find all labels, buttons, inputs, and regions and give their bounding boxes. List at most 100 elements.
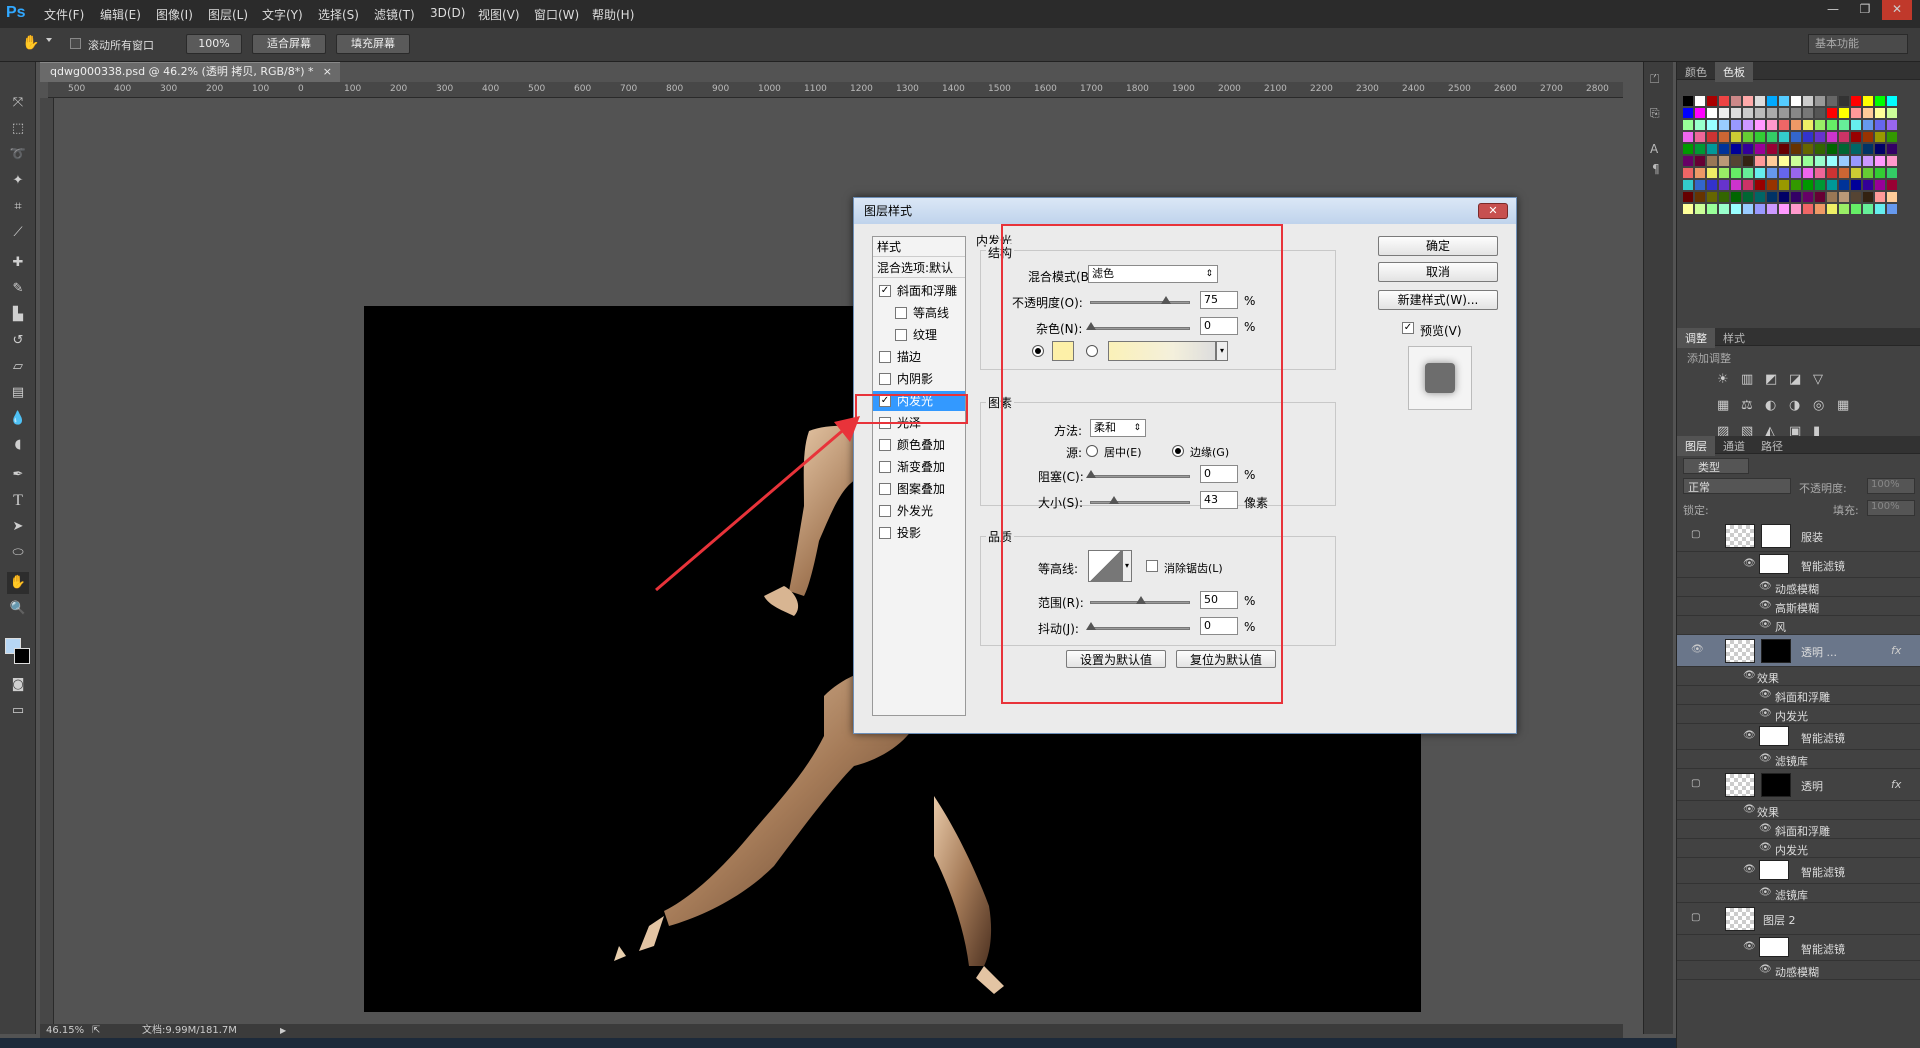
color-swatch[interactable] [1695, 144, 1705, 154]
pen-tool-icon[interactable]: ✒ [7, 464, 29, 486]
color-swatch[interactable] [1743, 180, 1753, 190]
eyedropper-tool-icon[interactable]: ⟋ [7, 222, 29, 244]
color-swatch[interactable] [1887, 120, 1897, 130]
color-swatch[interactable] [1707, 168, 1717, 178]
effect-visibility-icon[interactable]: 👁 [1759, 964, 1772, 975]
color-swatch[interactable] [1803, 180, 1813, 190]
layer-visibility-icon[interactable]: ▢ [1691, 912, 1700, 923]
color-swatch[interactable] [1683, 96, 1693, 106]
color-swatch[interactable] [1803, 132, 1813, 142]
color-swatch[interactable] [1791, 204, 1801, 214]
color-swatch[interactable] [1767, 192, 1777, 202]
color-swatch[interactable] [1839, 108, 1849, 118]
color-swatch[interactable] [1683, 108, 1693, 118]
style-item[interactable]: 投影 [873, 523, 965, 543]
ok-button[interactable]: 确定 [1378, 236, 1498, 256]
color-swatch[interactable] [1743, 144, 1753, 154]
color-swatch[interactable] [1839, 132, 1849, 142]
color-swatch[interactable] [1863, 204, 1873, 214]
channel-mixer-icon[interactable]: ◎ [1813, 398, 1824, 413]
color-swatch[interactable] [1851, 180, 1861, 190]
style-item-checkbox[interactable] [879, 483, 891, 495]
history-brush-tool-icon[interactable]: ↺ [7, 330, 29, 352]
brightness-icon[interactable]: ☀ [1717, 372, 1729, 387]
history-panel-icon[interactable]: ⏍ [1650, 72, 1659, 87]
photo-filter-icon[interactable]: ◑ [1789, 398, 1800, 413]
tab-styles[interactable]: 样式 [1715, 328, 1753, 348]
hue-icon[interactable]: ▦ [1717, 398, 1729, 413]
color-swatch[interactable] [1719, 120, 1729, 130]
color-swatch[interactable] [1827, 156, 1837, 166]
color-swatch[interactable] [1839, 192, 1849, 202]
status-arrow-icon[interactable]: ▶ [280, 1024, 286, 1038]
color-swatch[interactable] [1887, 108, 1897, 118]
tab-channels[interactable]: 通道 [1715, 436, 1753, 456]
color-swatch[interactable] [1743, 168, 1753, 178]
brush-tool-icon[interactable]: ✎ [7, 278, 29, 300]
color-swatch[interactable] [1767, 144, 1777, 154]
style-item-checkbox[interactable] [879, 439, 891, 451]
color-swatch[interactable] [1731, 132, 1741, 142]
layer-sub-row[interactable]: 👁 风 [1677, 616, 1920, 635]
color-swatch[interactable] [1683, 120, 1693, 130]
stamp-tool-icon[interactable]: ▙ [7, 304, 29, 326]
color-swatch[interactable] [1875, 204, 1885, 214]
layer-sub-row[interactable]: 👁 斜面和浮雕 [1677, 686, 1920, 705]
color-swatch[interactable] [1791, 120, 1801, 130]
color-swatch[interactable] [1815, 144, 1825, 154]
color-swatch[interactable] [1719, 144, 1729, 154]
color-swatch[interactable] [1719, 192, 1729, 202]
style-item-checkbox[interactable] [895, 307, 907, 319]
effect-visibility-icon[interactable]: 👁 [1759, 842, 1772, 853]
color-swatch[interactable] [1815, 204, 1825, 214]
color-swatch[interactable] [1803, 204, 1813, 214]
style-item[interactable]: 渐变叠加 [873, 457, 965, 477]
levels-icon[interactable]: ▥ [1741, 372, 1753, 387]
color-swatch[interactable] [1719, 156, 1729, 166]
color-swatch[interactable] [1851, 132, 1861, 142]
color-swatch[interactable] [1851, 144, 1861, 154]
color-swatch[interactable] [1683, 192, 1693, 202]
lasso-tool-icon[interactable]: ➰ [7, 144, 29, 166]
color-swatch[interactable] [1791, 168, 1801, 178]
color-swatch[interactable] [1863, 120, 1873, 130]
color-swatch[interactable] [1707, 144, 1717, 154]
menu-item[interactable]: 文字(Y) [262, 6, 303, 23]
layer-sub-row[interactable]: 👁 智能滤镜 [1677, 724, 1920, 750]
style-item[interactable]: 等高线 [873, 303, 965, 323]
color-swatch[interactable] [1719, 180, 1729, 190]
color-swatch[interactable] [1887, 156, 1897, 166]
color-swatch[interactable] [1731, 192, 1741, 202]
color-swatch[interactable] [1683, 144, 1693, 154]
color-swatch[interactable] [1887, 96, 1897, 106]
color-swatch[interactable] [1815, 192, 1825, 202]
eraser-tool-icon[interactable]: ▱ [7, 356, 29, 378]
color-swatch[interactable] [1695, 132, 1705, 142]
effect-visibility-icon[interactable]: 👁 [1743, 941, 1756, 952]
color-swatch[interactable] [1875, 192, 1885, 202]
color-swatch[interactable] [1815, 168, 1825, 178]
layer-sub-row[interactable]: 👁 智能滤镜 [1677, 552, 1920, 578]
menu-item[interactable]: 图层(L) [208, 6, 248, 23]
paragraph-panel-icon[interactable]: ¶ [1652, 162, 1660, 176]
tab-color[interactable]: 颜色 [1677, 62, 1715, 82]
color-swatch[interactable] [1815, 120, 1825, 130]
layer-row[interactable]: ▢ 图层 2 [1677, 903, 1920, 935]
vibrance-icon[interactable]: ▽ [1813, 372, 1823, 387]
color-swatch[interactable] [1815, 180, 1825, 190]
color-swatch[interactable] [1683, 168, 1693, 178]
menu-item[interactable]: 文件(F) [44, 6, 84, 23]
effect-visibility-icon[interactable]: 👁 [1743, 558, 1756, 569]
layer-visibility-icon[interactable]: ▢ [1691, 529, 1700, 540]
color-swatch[interactable] [1875, 144, 1885, 154]
color-swatch[interactable] [1755, 132, 1765, 142]
bw-icon[interactable]: ◐ [1765, 398, 1776, 413]
color-swatch[interactable] [1755, 168, 1765, 178]
color-swatch[interactable] [1707, 192, 1717, 202]
styles-header[interactable]: 样式 [873, 237, 965, 257]
menu-item[interactable]: 滤镜(T) [374, 6, 415, 23]
color-swatch[interactable] [1707, 204, 1717, 214]
color-swatch[interactable] [1815, 156, 1825, 166]
menu-item[interactable]: 图像(I) [156, 6, 193, 23]
color-swatch[interactable] [1851, 192, 1861, 202]
